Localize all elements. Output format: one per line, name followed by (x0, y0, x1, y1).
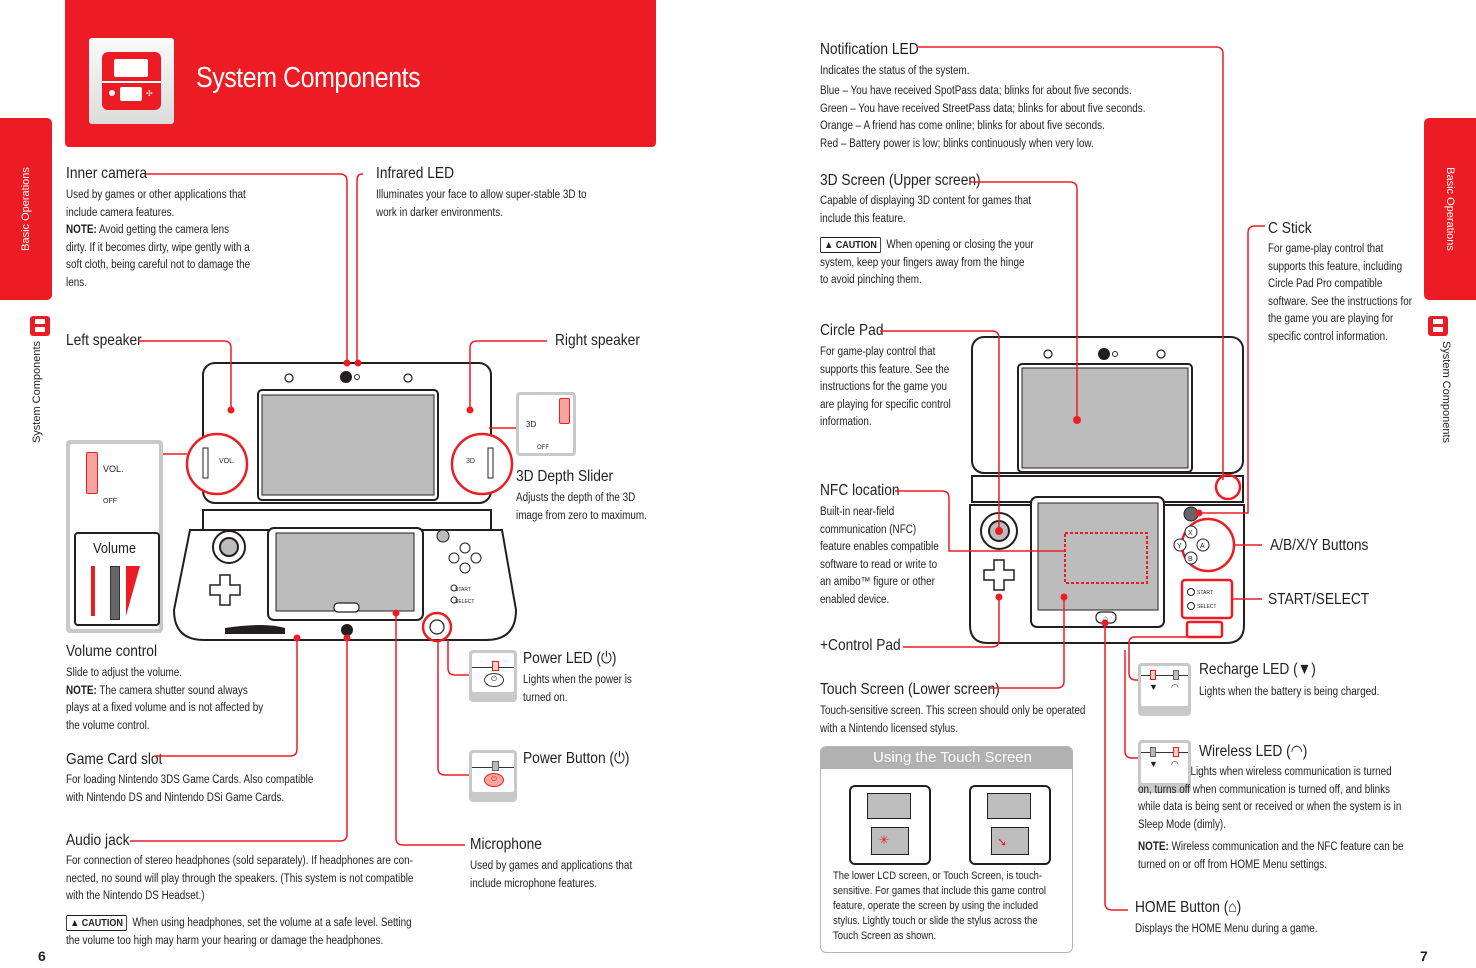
start-label: START (455, 587, 471, 593)
device-illustrations: START SELECT VOL. 3D X Y A B START SELEC… (130, 46, 1265, 911)
left-3d-label: 3D (466, 458, 475, 465)
right-start-label: START (1197, 590, 1213, 596)
right-select-label: SELECT (1197, 604, 1216, 610)
button-a: A (1200, 543, 1205, 550)
button-x: X (1188, 530, 1193, 537)
left-vol-label: VOL. (219, 458, 235, 465)
button-b: B (1188, 556, 1193, 563)
home-icon: ⌂ (1103, 614, 1108, 623)
select-label: SELECT (455, 599, 474, 605)
button-y: Y (1177, 543, 1182, 550)
